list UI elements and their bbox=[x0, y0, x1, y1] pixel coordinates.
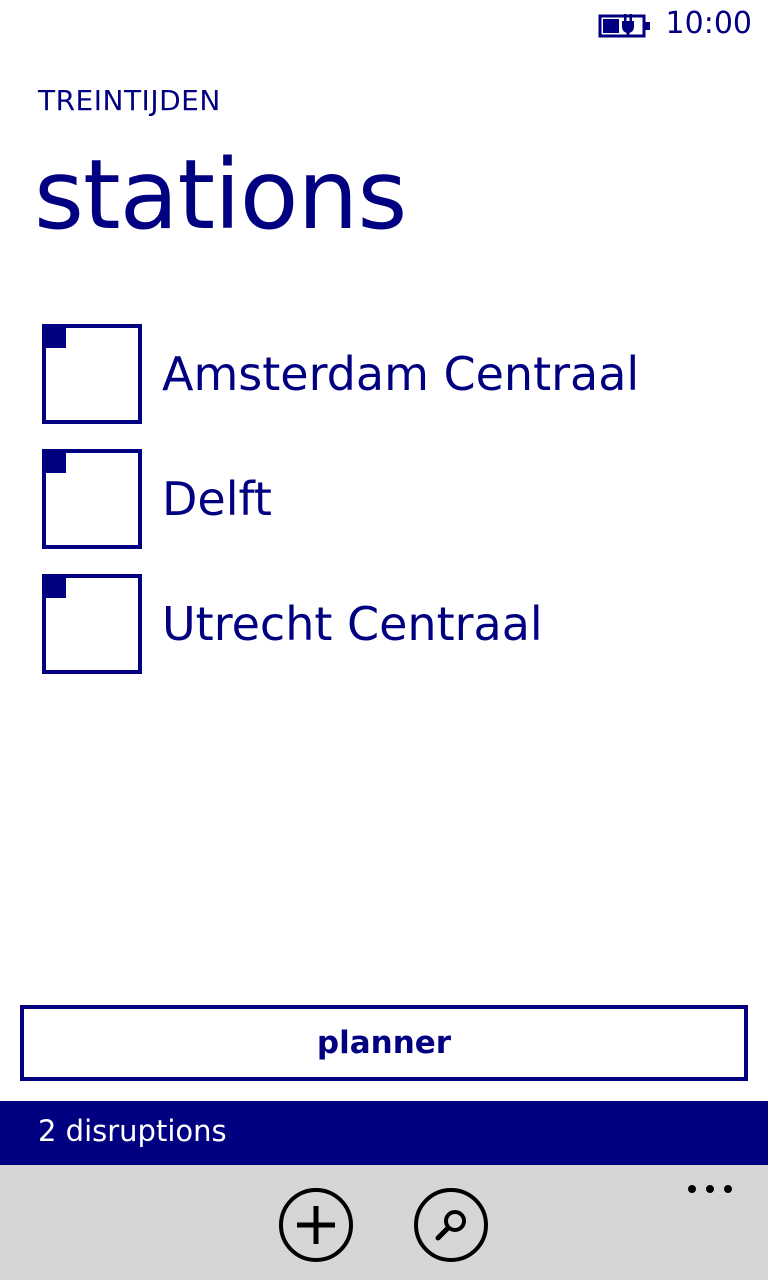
tile-corner-marker bbox=[46, 453, 66, 473]
ellipsis-icon[interactable] bbox=[686, 1181, 734, 1197]
station-item-amsterdam-centraal[interactable]: Amsterdam Centraal bbox=[42, 324, 742, 424]
planner-button[interactable]: planner bbox=[20, 1005, 748, 1081]
app-title: TREINTIJDEN bbox=[38, 84, 221, 117]
app-bar bbox=[0, 1165, 768, 1280]
page-title: stations bbox=[34, 139, 407, 251]
station-item-delft[interactable]: Delft bbox=[42, 449, 742, 549]
search-icon[interactable] bbox=[411, 1185, 491, 1265]
station-tile-icon bbox=[42, 574, 142, 674]
tile-corner-marker bbox=[46, 328, 66, 348]
disruptions-banner[interactable]: 2 disruptions bbox=[0, 1101, 768, 1165]
disruptions-text: 2 disruptions bbox=[38, 1114, 227, 1148]
tile-corner-marker bbox=[46, 578, 66, 598]
status-bar: 10:00 bbox=[0, 0, 768, 50]
station-tile-icon bbox=[42, 324, 142, 424]
station-name: Utrecht Centraal bbox=[162, 597, 543, 651]
station-name: Amsterdam Centraal bbox=[162, 347, 640, 401]
clock: 10:00 bbox=[665, 6, 752, 41]
station-tile-icon bbox=[42, 449, 142, 549]
station-name: Delft bbox=[162, 472, 272, 526]
station-list: Amsterdam Centraal Delft Utrecht Centraa… bbox=[42, 324, 742, 699]
station-item-utrecht-centraal[interactable]: Utrecht Centraal bbox=[42, 574, 742, 674]
battery-charging-icon bbox=[598, 14, 650, 38]
add-icon[interactable] bbox=[276, 1185, 356, 1265]
